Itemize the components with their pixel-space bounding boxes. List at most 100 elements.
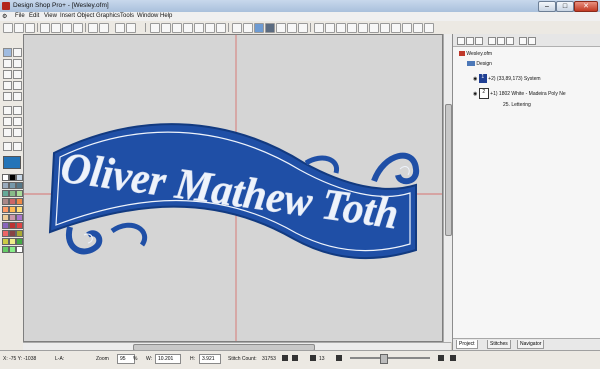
redo-button[interactable] <box>99 23 109 33</box>
tab-navigator[interactable]: Navigator <box>517 340 545 349</box>
maximize-button[interactable]: □ <box>556 1 574 12</box>
text-tool-icon[interactable] <box>3 106 12 115</box>
menu-object[interactable]: Object <box>77 13 94 19</box>
close-button[interactable]: ✕ <box>574 1 598 12</box>
undo-button[interactable] <box>88 23 98 33</box>
paste-button[interactable] <box>73 23 83 33</box>
thread-color-swatch[interactable] <box>2 214 9 221</box>
applique-tool-icon[interactable] <box>3 92 12 101</box>
panel-collapse-icon[interactable] <box>528 37 536 45</box>
thread-color-swatch[interactable] <box>16 190 23 197</box>
eye-icon[interactable]: ◉ <box>473 91 477 97</box>
thread-color-swatch[interactable] <box>16 246 23 253</box>
first-stitch-icon[interactable] <box>282 355 288 361</box>
menu-graphics[interactable]: Graphics <box>96 13 120 19</box>
arc-tool-icon[interactable] <box>13 117 22 126</box>
arrange-button[interactable] <box>369 23 379 33</box>
menu-file[interactable]: File <box>15 13 25 19</box>
save-button[interactable] <box>25 23 35 33</box>
thread-color-swatch[interactable] <box>9 214 16 221</box>
height-input[interactable]: 3.921 <box>199 354 221 364</box>
run-tool-icon[interactable] <box>3 81 12 90</box>
zoom-page-button[interactable] <box>205 23 215 33</box>
menu-window[interactable]: Window <box>137 13 158 19</box>
panel-new-icon[interactable] <box>457 37 465 45</box>
embroidery-ribbon[interactable]: Oliver Mathew Toth <box>48 123 420 260</box>
thread-color-swatch[interactable] <box>9 230 16 237</box>
ungroup-button[interactable] <box>336 23 346 33</box>
tree-file-row[interactable]: Wesley.ofm <box>459 51 492 57</box>
monogram-tool-icon[interactable] <box>13 106 22 115</box>
thread-color-swatch[interactable] <box>2 206 9 213</box>
thread-color-swatch[interactable] <box>2 198 9 205</box>
thread-color-swatch[interactable] <box>9 222 16 229</box>
tree-color-row-2[interactable]: ◉ 2 +1) 1802 White - Madeira Poly Ne <box>473 88 566 99</box>
thread-color-swatch[interactable] <box>2 190 9 197</box>
mirror-button[interactable] <box>347 23 357 33</box>
panel-up-icon[interactable] <box>497 37 505 45</box>
thread-color-swatch[interactable] <box>16 206 23 213</box>
simulate-button[interactable] <box>402 23 412 33</box>
fill-tool-icon[interactable] <box>3 70 12 79</box>
pencil-tool-icon[interactable] <box>13 48 22 57</box>
grid-toggle-button[interactable] <box>265 23 275 33</box>
zoom-select-button[interactable] <box>183 23 193 33</box>
thread-color-swatch[interactable] <box>9 246 16 253</box>
thread-color-swatch[interactable] <box>16 198 23 205</box>
thread-color-swatch[interactable] <box>9 174 16 181</box>
thread-color-swatch[interactable] <box>2 174 9 181</box>
zoom-100-button[interactable] <box>194 23 204 33</box>
prev-stitch-icon[interactable] <box>292 355 298 361</box>
thread-color-swatch[interactable] <box>9 190 16 197</box>
panel-open-icon[interactable] <box>466 37 474 45</box>
realistic-view-button[interactable] <box>254 23 264 33</box>
column-tool-icon[interactable] <box>13 70 22 79</box>
menu-insert[interactable]: Insert <box>60 13 75 19</box>
zoom-tool-icon[interactable] <box>3 142 12 151</box>
lock-button[interactable] <box>380 23 390 33</box>
thread-color-swatch[interactable] <box>16 238 23 245</box>
vertical-scroll-thumb[interactable] <box>445 104 452 236</box>
panel-expand-icon[interactable] <box>519 37 527 45</box>
thread-color-swatch[interactable] <box>2 182 9 189</box>
zoom-fit-button[interactable] <box>172 23 182 33</box>
minimize-button[interactable]: – <box>538 1 556 12</box>
thread-color-swatch[interactable] <box>9 182 16 189</box>
thread-color-swatch[interactable] <box>2 222 9 229</box>
zoom-prev-button[interactable] <box>216 23 226 33</box>
zoom-in-button[interactable] <box>150 23 160 33</box>
panel-delete-icon[interactable] <box>488 37 496 45</box>
align-button[interactable] <box>314 23 324 33</box>
last-stitch-icon[interactable] <box>450 355 456 361</box>
node-tool-icon[interactable] <box>3 59 12 68</box>
export-button[interactable] <box>424 23 434 33</box>
stitch-slider-track[interactable] <box>350 354 430 364</box>
stop-tool-icon[interactable] <box>13 128 22 137</box>
outline-view-button[interactable] <box>243 23 253 33</box>
tree-design-row[interactable]: Design <box>467 61 492 67</box>
thread-color-swatch[interactable] <box>16 174 23 181</box>
current-color-swatch[interactable] <box>3 156 21 169</box>
print-button[interactable] <box>40 23 50 33</box>
hoop-toggle-button[interactable] <box>276 23 286 33</box>
cut-button[interactable] <box>51 23 61 33</box>
thread-color-swatch[interactable] <box>16 182 23 189</box>
pan-tool-icon[interactable] <box>13 142 22 151</box>
zoom-out-button[interactable] <box>161 23 171 33</box>
eye-icon[interactable]: ◉ <box>473 76 477 82</box>
thread-color-swatch[interactable] <box>9 198 16 205</box>
width-input[interactable]: 10.201 <box>155 354 181 364</box>
tree-color-row-1[interactable]: ◉ 1 +2) (33,89,173) System <box>473 74 541 83</box>
design-canvas[interactable]: Oliver Mathew Toth <box>23 34 443 342</box>
select-tool-icon[interactable] <box>3 48 12 57</box>
menu-app-icon[interactable]: ⚙ <box>2 13 7 20</box>
thread-color-swatch[interactable] <box>9 238 16 245</box>
group-button[interactable] <box>325 23 335 33</box>
rotate-button[interactable] <box>358 23 368 33</box>
sequence-button[interactable] <box>413 23 423 33</box>
menu-tools[interactable]: Tools <box>120 13 134 19</box>
menu-help[interactable]: Help <box>160 13 172 19</box>
properties-button[interactable] <box>391 23 401 33</box>
measure-button[interactable] <box>287 23 297 33</box>
canvas-vertical-scrollbar[interactable] <box>443 34 452 342</box>
